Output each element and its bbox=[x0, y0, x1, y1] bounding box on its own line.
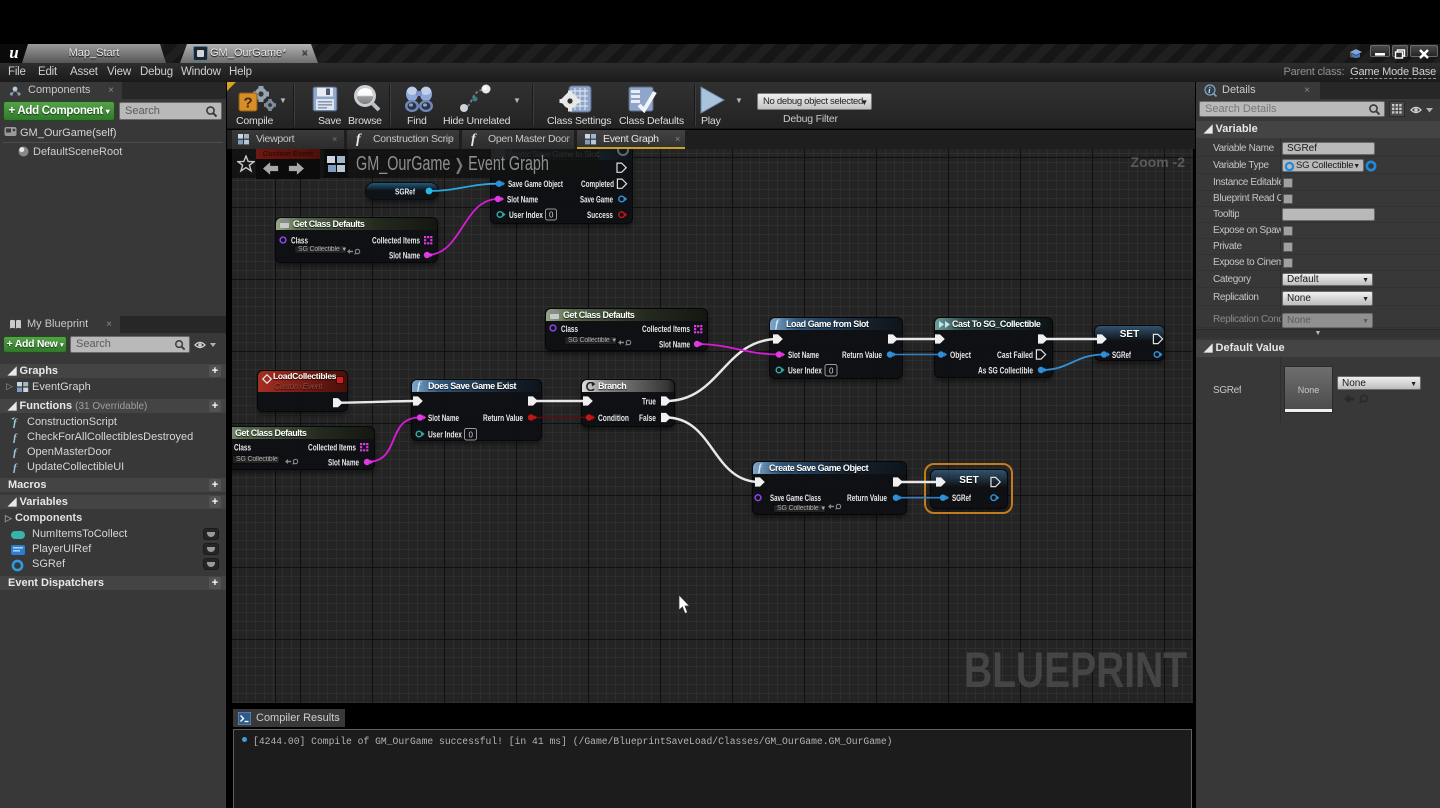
svg-text:Slot Name: Slot Name bbox=[428, 413, 459, 423]
svg-text:0: 0 bbox=[549, 211, 554, 220]
svg-text:Collected Items: Collected Items bbox=[642, 324, 690, 334]
svg-text:0: 0 bbox=[829, 367, 834, 376]
svg-text:Cast Failed: Cast Failed bbox=[997, 350, 1033, 360]
svg-text:User Index: User Index bbox=[788, 366, 822, 376]
svg-text:Return Value: Return Value bbox=[842, 350, 882, 360]
svg-text:Slot Name: Slot Name bbox=[328, 458, 359, 468]
svg-text:User Index: User Index bbox=[428, 430, 462, 440]
svg-text:As SG Collectible: As SG Collectible bbox=[978, 366, 1033, 376]
svg-text:Class: Class bbox=[291, 236, 308, 246]
svg-text:User Index: User Index bbox=[509, 210, 543, 220]
svg-text:Slot Name: Slot Name bbox=[788, 350, 819, 360]
svg-text:Collected Items: Collected Items bbox=[372, 236, 420, 246]
svg-text:f: f bbox=[13, 432, 18, 443]
svg-text:SGRef: SGRef bbox=[395, 187, 415, 197]
svg-text:Condition: Condition bbox=[598, 413, 629, 423]
svg-text:Return Value: Return Value bbox=[847, 493, 887, 503]
svg-text:f: f bbox=[13, 447, 18, 458]
svg-text:Slot Name: Slot Name bbox=[659, 340, 690, 350]
svg-text:SGRef: SGRef bbox=[1112, 350, 1132, 360]
svg-text:Object: Object bbox=[950, 350, 971, 360]
svg-text:Save Game Object: Save Game Object bbox=[508, 179, 563, 189]
svg-text:Save Game: Save Game bbox=[580, 195, 613, 205]
svg-text:Slot Name: Slot Name bbox=[389, 251, 420, 261]
svg-text:Success: Success bbox=[587, 210, 613, 220]
svg-text:Class: Class bbox=[561, 324, 578, 334]
svg-text:SGRef: SGRef bbox=[952, 493, 972, 503]
svg-text:Collected Items: Collected Items bbox=[308, 443, 356, 453]
svg-text:False: False bbox=[639, 413, 656, 423]
svg-text:Save Game Class: Save Game Class bbox=[770, 493, 821, 503]
svg-text:Slot Name: Slot Name bbox=[507, 195, 538, 205]
svg-text:f: f bbox=[13, 462, 18, 473]
svg-text:True: True bbox=[642, 397, 656, 407]
svg-text:?: ? bbox=[244, 95, 253, 112]
svg-text:Class: Class bbox=[234, 443, 251, 453]
svg-text:Completed: Completed bbox=[581, 179, 614, 189]
svg-text:Return Value: Return Value bbox=[483, 413, 523, 423]
svg-text:0: 0 bbox=[469, 431, 474, 440]
